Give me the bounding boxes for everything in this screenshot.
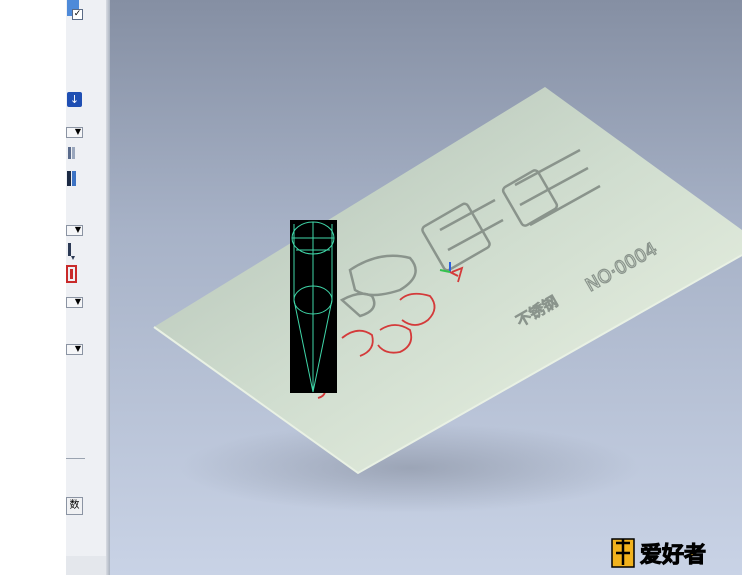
combo-box-4[interactable]: ▼ — [66, 344, 83, 355]
down-arrow-button[interactable]: ↓ — [67, 92, 82, 107]
tool-icon-2[interactable] — [66, 170, 78, 188]
workpiece-plate[interactable] — [154, 87, 742, 473]
blank-area — [0, 0, 66, 575]
side-panel — [66, 0, 107, 575]
tool-icon-3[interactable] — [66, 242, 78, 260]
site-watermark-logo: 爱好者 — [610, 531, 738, 571]
dropdown-icon: ▼ — [74, 127, 81, 136]
3d-viewport[interactable]: NO·0004 不锈钢 — [110, 0, 742, 575]
parameter-button[interactable]: 数 — [66, 497, 83, 515]
resize-grip[interactable] — [66, 556, 106, 575]
red-tool-icon — [66, 265, 77, 283]
drill-icon — [68, 147, 75, 159]
tool-icon-4[interactable] — [66, 265, 78, 283]
option-checkbox[interactable]: ✓ — [72, 9, 83, 20]
tool-icon-1[interactable] — [66, 145, 78, 163]
scene: NO·0004 不锈钢 — [153, 87, 742, 513]
separator — [66, 458, 85, 459]
combo-box-2[interactable]: ▼ — [66, 225, 83, 236]
tool-wireframe[interactable] — [290, 220, 337, 393]
endmill-icon — [67, 171, 76, 186]
dropdown-icon: ▼ — [74, 344, 81, 353]
logo-text: 爱好者 — [640, 542, 706, 568]
dropdown-icon: ▼ — [74, 225, 81, 234]
combo-box-1[interactable]: ▼ — [66, 127, 83, 138]
combo-box-3[interactable]: ▼ — [66, 297, 83, 308]
drill-icon — [68, 243, 75, 260]
dropdown-icon: ▼ — [74, 297, 81, 306]
